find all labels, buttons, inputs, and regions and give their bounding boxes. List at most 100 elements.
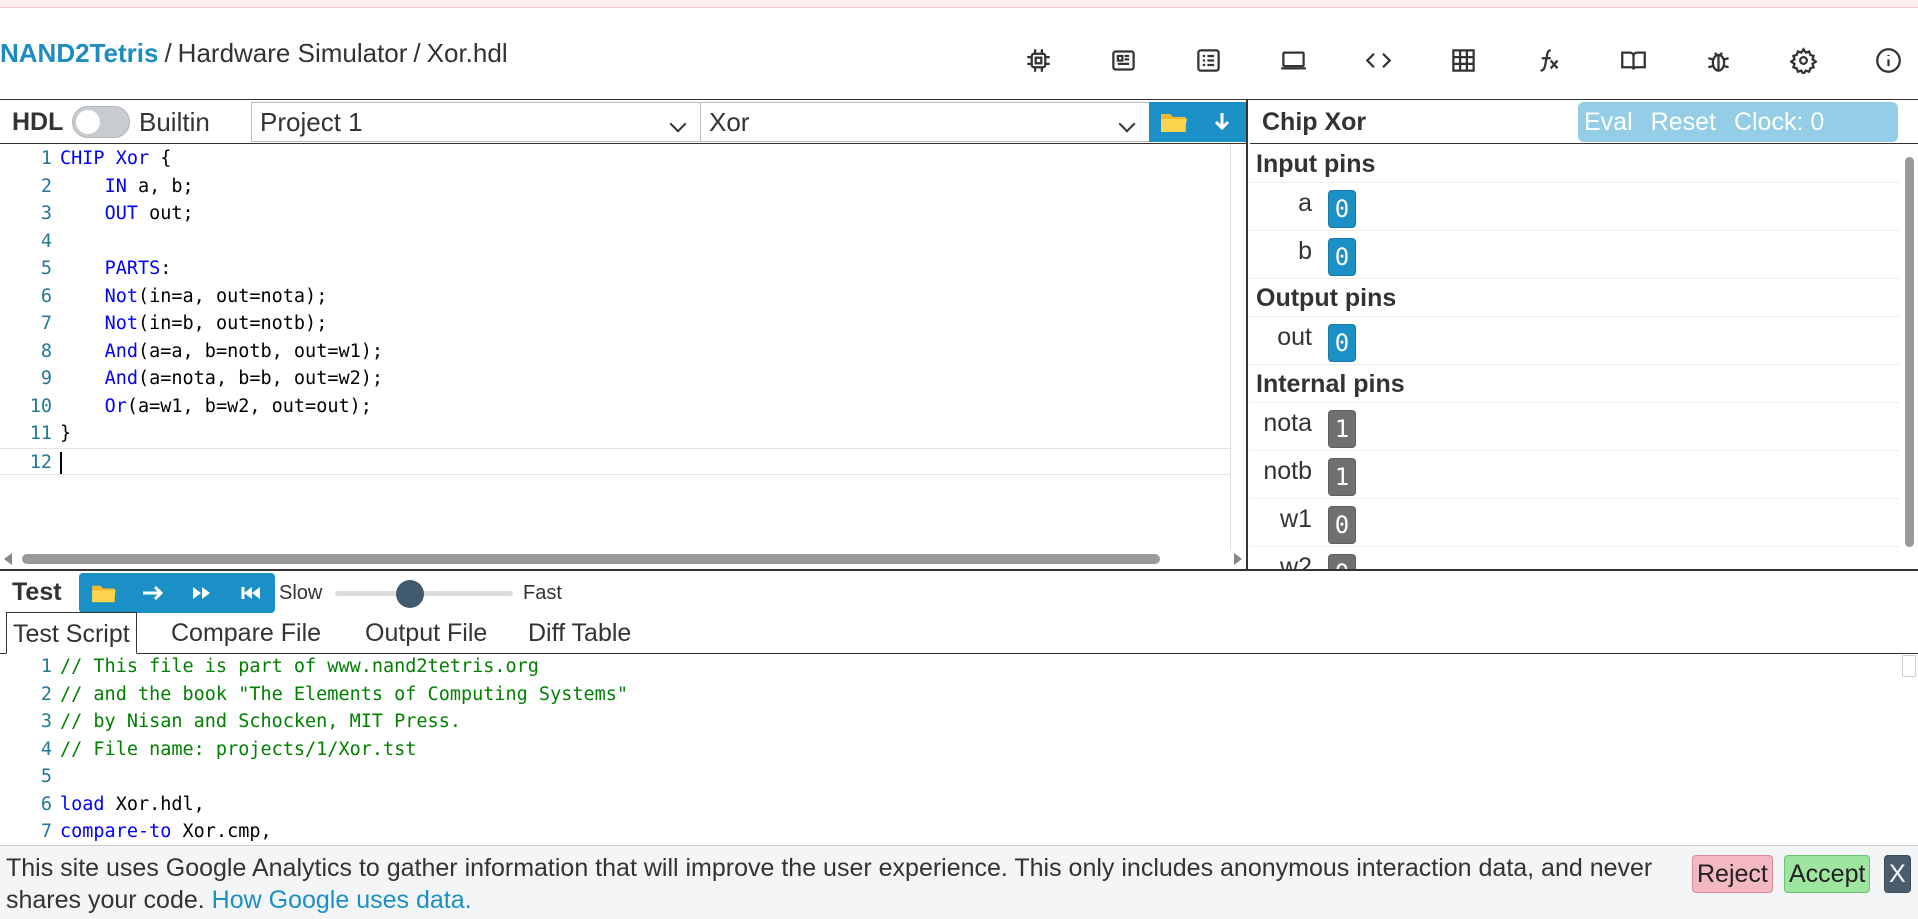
code-line[interactable]: 5 PARTS: — [0, 255, 1230, 283]
info-icon[interactable] — [1846, 40, 1918, 80]
code-token: IN — [104, 175, 127, 197]
speed-slider-knob[interactable] — [395, 580, 424, 608]
code-text: // This file is part of www.nand2tetris.… — [60, 656, 539, 677]
chip-icon[interactable] — [996, 40, 1081, 80]
code-line[interactable]: 3 // by Nisan and Schocken, MIT Press. — [0, 708, 1900, 736]
code-line[interactable]: 7 compare-to Xor.cmp, — [0, 818, 1900, 845]
code-token: Or — [104, 395, 127, 417]
code-text: compare-to Xor.cmp, — [60, 821, 272, 842]
chip-scroll-thumb[interactable] — [1905, 157, 1914, 547]
pin-value[interactable]: 0 — [1328, 190, 1356, 228]
test-script-editor[interactable]: 1 // This file is part of www.nand2tetris… — [0, 653, 1900, 845]
close-button[interactable]: X — [1884, 855, 1911, 893]
tab-compare-file[interactable]: Compare File — [165, 612, 327, 654]
hdl-scroll-thumb[interactable] — [22, 554, 1160, 564]
open-test-button[interactable] — [79, 573, 128, 613]
hdl-code-editor[interactable]: 1 CHIP Xor { 2 IN a, b; 3 OUT out; 4 5 PARTS:… — [0, 145, 1230, 550]
project-select[interactable]: Project 1 — [251, 102, 701, 142]
reset-test-button[interactable] — [226, 573, 275, 613]
clock-button[interactable]: Clock: 0 — [1734, 108, 1824, 137]
code-token: PARTS — [104, 258, 161, 279]
code-token: Not — [104, 285, 138, 307]
book-icon[interactable] — [1591, 40, 1676, 80]
pin-row: a0 — [1250, 183, 1900, 231]
code-token: (a=w1, b=w2, out=out); — [126, 395, 372, 417]
pin-value[interactable]: 0 — [1328, 238, 1356, 276]
code-line[interactable]: 2 IN a, b; — [0, 173, 1230, 201]
pin-row: notb 1 — [1250, 451, 1900, 499]
line-number: 1 — [40, 148, 52, 169]
tab-test-script[interactable]: Test Script — [6, 612, 137, 654]
cookie-message: This site uses Google Analytics to gathe… — [6, 852, 1666, 916]
scroll-left-arrow-icon[interactable] — [4, 553, 12, 565]
code-line[interactable]: 4 // File name: projects/1/Xor.tst — [0, 736, 1900, 764]
pin-name: out — [1277, 323, 1312, 351]
settings-icon[interactable] — [1761, 40, 1846, 80]
brand-link[interactable]: NAND2Tetris — [0, 38, 158, 68]
hdl-horizontal-scrollbar[interactable] — [0, 553, 1246, 567]
pin-name: a — [1298, 189, 1312, 217]
code-text: CHIP Xor { — [60, 148, 171, 169]
memory-icon[interactable] — [1081, 40, 1166, 80]
code-line[interactable]: 12 — [0, 447, 1230, 475]
bug-icon[interactable] — [1676, 40, 1761, 80]
pin-name: w1 — [1280, 505, 1312, 533]
code-line[interactable]: 11} — [0, 420, 1230, 448]
builtin-toggle[interactable] — [72, 106, 130, 138]
code-line[interactable]: 5 — [0, 763, 1900, 791]
pin-section-heading: Input pins — [1250, 145, 1900, 183]
code-line[interactable]: 1 CHIP Xor { — [0, 145, 1230, 173]
chevron-down-icon — [669, 115, 687, 133]
screen-icon[interactable] — [1251, 40, 1336, 80]
code-line[interactable]: 6 load Xor.hdl, — [0, 791, 1900, 819]
code-icon[interactable] — [1336, 40, 1421, 80]
chip-select-value: Xor — [709, 107, 750, 137]
code-token: a, b; — [126, 175, 194, 197]
eval-button[interactable]: Eval — [1584, 108, 1633, 137]
open-folder-button[interactable] — [1149, 102, 1198, 142]
speed-slow-label: Slow — [279, 582, 323, 604]
reject-button[interactable]: Reject — [1692, 855, 1773, 893]
pin-row: nota 1 — [1250, 403, 1900, 451]
code-line[interactable]: 10 Or(a=w1, b=w2, out=out); — [0, 393, 1230, 421]
code-line[interactable]: 4 — [0, 228, 1230, 256]
accept-button[interactable]: Accept — [1784, 855, 1871, 893]
download-button[interactable] — [1198, 102, 1246, 142]
test-title: Test — [12, 578, 62, 606]
hdl-vertical-scrollbar[interactable] — [1230, 145, 1246, 550]
code-text: OUT out; — [60, 203, 194, 224]
pin-name: notb — [1263, 457, 1312, 485]
code-line[interactable]: 2 // and the book "The Elements of Comput… — [0, 681, 1900, 709]
run-button[interactable] — [177, 573, 226, 613]
pin-value: 1 — [1328, 458, 1356, 496]
google-data-link[interactable]: How Google uses data. — [212, 886, 472, 914]
grid-icon[interactable] — [1421, 40, 1506, 80]
function-icon[interactable] — [1506, 40, 1591, 80]
code-line[interactable]: 8 And(a=a, b=notb, out=w1); — [0, 338, 1230, 366]
pin-value: 0 — [1328, 324, 1356, 362]
code-line[interactable]: 1 // This file is part of www.nand2tetris… — [0, 653, 1900, 681]
chip-vertical-scrollbar[interactable] — [1900, 145, 1918, 569]
scroll-right-arrow-icon[interactable] — [1234, 553, 1242, 565]
tab-diff-table[interactable]: Diff Table — [522, 612, 637, 654]
tab-output-file[interactable]: Output File — [359, 612, 493, 654]
line-number: 10 — [29, 395, 52, 417]
test-tabs: Test Script Compare File Output File Dif… — [0, 612, 1918, 654]
code-token: And — [104, 368, 138, 389]
code-token: // by Nisan and Schocken, MIT Press. — [60, 711, 461, 732]
speed-slider[interactable] — [335, 591, 513, 596]
code-line[interactable]: 9 And(a=nota, b=b, out=w2); — [0, 365, 1230, 393]
chip-panel: Chip Xor Eval Reset Clock: 0 Input pins a… — [1250, 100, 1918, 569]
list-icon[interactable] — [1166, 40, 1251, 80]
test-vertical-scrollbar[interactable] — [1902, 655, 1916, 677]
code-line[interactable]: 7 Not(in=b, out=notb); — [0, 310, 1230, 338]
reset-button[interactable]: Reset — [1651, 108, 1716, 137]
code-line[interactable]: 3 OUT out; — [0, 200, 1230, 228]
code-line[interactable]: 6 Not(in=a, out=nota); — [0, 283, 1230, 311]
step-button[interactable] — [128, 573, 177, 613]
chip-select[interactable]: Xor — [700, 102, 1150, 142]
breadcrumb-section[interactable]: Hardware Simulator — [178, 38, 408, 68]
